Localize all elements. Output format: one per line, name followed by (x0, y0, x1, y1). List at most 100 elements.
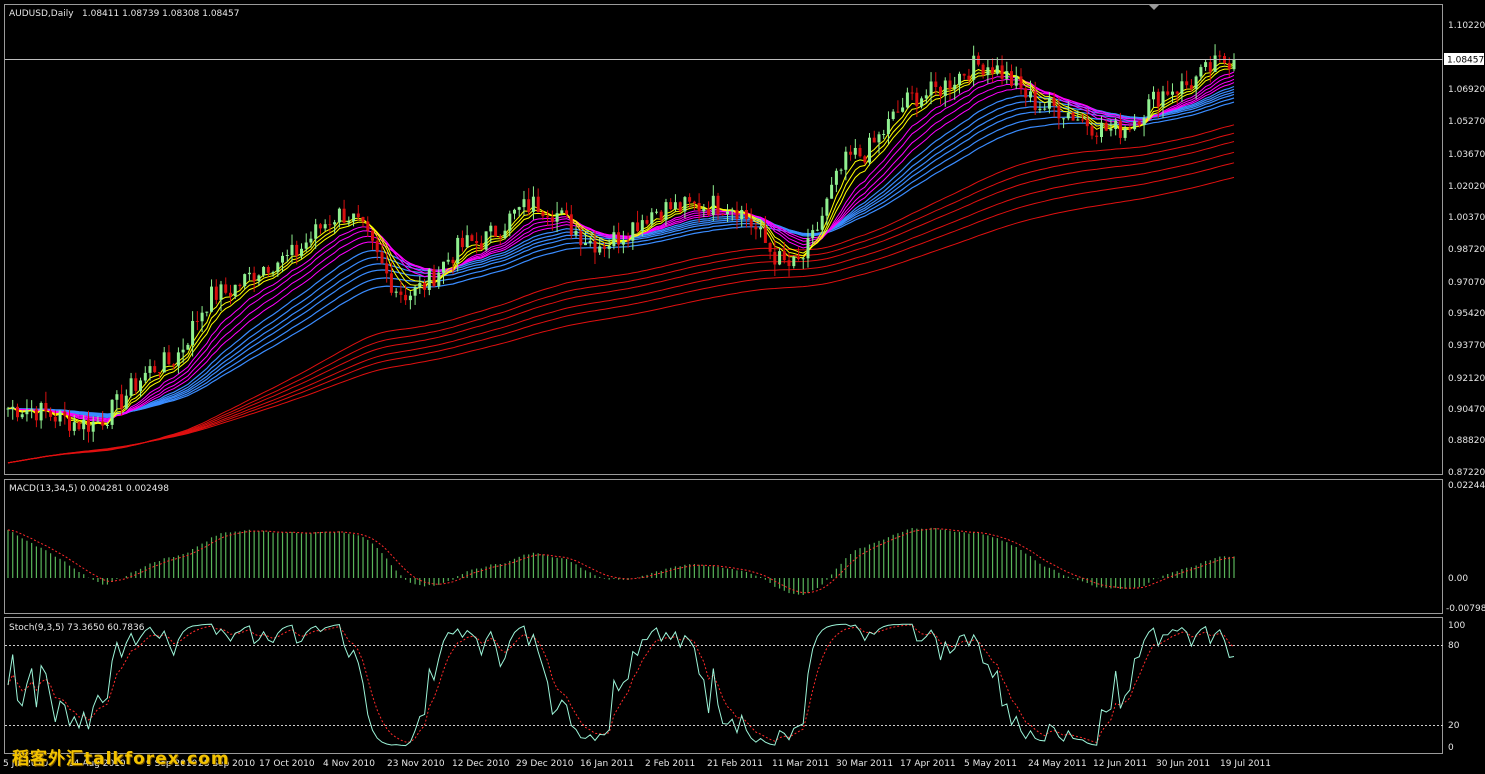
candle-body (484, 231, 488, 250)
price-tick: 1.00370 (1448, 213, 1485, 223)
candle-body (541, 212, 545, 217)
candle-body (1005, 71, 1009, 79)
candle-body (1104, 122, 1108, 131)
candle-body (645, 220, 649, 224)
candle-body (943, 80, 947, 96)
candle-body (1189, 85, 1193, 89)
candle-body (266, 267, 270, 273)
candle-body (565, 210, 569, 215)
candle-body (385, 263, 389, 274)
candle-body (53, 416, 57, 422)
candle-body (726, 211, 729, 215)
candle-body (560, 210, 564, 214)
candle-body (432, 269, 436, 287)
candle-body (437, 272, 441, 287)
ema-longterm-line (7, 176, 1235, 464)
candle-body (470, 235, 474, 241)
candle-body (1128, 128, 1132, 130)
candle-body (110, 399, 114, 425)
candle-body (1100, 122, 1103, 137)
candle-body (905, 92, 909, 108)
macd-signal-line (7, 528, 1235, 594)
candle-body (1185, 81, 1189, 86)
ma-bands (7, 62, 1235, 464)
price-tick: 1.10220 (1448, 21, 1485, 31)
candle-body (162, 352, 166, 373)
candle-body (243, 274, 247, 287)
price-tick: 0.97070 (1448, 278, 1485, 288)
shift-marker-icon[interactable] (1149, 5, 1159, 10)
candle-body (815, 229, 819, 231)
candle-body (550, 217, 554, 222)
candle-body (404, 294, 408, 301)
candle-body (1232, 59, 1236, 70)
candle-body (408, 295, 412, 301)
stoch-tick: 0 (1448, 743, 1454, 753)
candle-body (129, 378, 133, 396)
candle-body (607, 245, 611, 249)
candle-body (342, 208, 346, 223)
candle-body (366, 221, 370, 231)
candle-body (465, 235, 469, 248)
ema-slow-line (7, 93, 1235, 416)
candle-body (39, 403, 43, 421)
time-label: 30 Jun 2011 (1156, 759, 1210, 769)
candle-body (522, 199, 526, 208)
candle-body (176, 352, 180, 366)
candle-body (688, 197, 692, 202)
candle-body (773, 251, 777, 265)
candle-body (792, 256, 796, 267)
ema-longterm-line (7, 141, 1235, 464)
candle-body (1066, 112, 1070, 119)
candle-body (934, 81, 938, 87)
candle-body (375, 240, 379, 253)
stoch-tick: 100 (1448, 621, 1465, 631)
candle-body (508, 213, 512, 231)
candle-body (1156, 91, 1160, 107)
candle-body (811, 230, 815, 239)
candle-body (716, 195, 720, 215)
chart-canvas[interactable]: AUDUSD,Daily 1.08411 1.08739 1.08308 1.0… (0, 0, 1485, 774)
candle-body (1114, 120, 1118, 129)
candle-body (25, 410, 29, 415)
time-label: 2 Feb 2011 (645, 759, 695, 769)
candle-body (44, 403, 48, 412)
time-label: 12 Jun 2011 (1093, 759, 1147, 769)
candle-body (247, 272, 251, 275)
candle-body (574, 230, 578, 235)
candle-body (1204, 62, 1208, 67)
candle-body (546, 216, 550, 218)
candle-body (593, 240, 597, 253)
candle-body (356, 213, 360, 217)
candle-body (413, 287, 417, 296)
candle-body (882, 134, 886, 135)
candle-body (948, 80, 952, 89)
candle-body (77, 422, 81, 430)
candle-body (967, 75, 971, 80)
candle-body (389, 273, 393, 293)
candle-body (158, 372, 161, 374)
candle-body (68, 415, 71, 431)
candle-body (451, 259, 455, 264)
candle-body (1227, 62, 1231, 70)
ema-mid-line (7, 74, 1235, 422)
candle-body (626, 240, 630, 242)
time-label: 19 Jul 2011 (1220, 759, 1271, 769)
candle-body (1109, 129, 1113, 131)
candle-body (1199, 67, 1203, 77)
stoch-tick: 80 (1448, 641, 1460, 651)
candle-body (49, 411, 53, 417)
candle-body (659, 211, 663, 220)
candle-body (527, 199, 531, 212)
candle-body (494, 225, 498, 237)
ema-mid-line (7, 82, 1235, 420)
stoch-tick: 20 (1448, 721, 1460, 731)
candle-body (863, 156, 867, 163)
price-tick: 1.05270 (1448, 117, 1485, 127)
candle-body (498, 236, 502, 238)
candle-body (981, 64, 985, 76)
candle-body (640, 220, 644, 232)
candle-body (697, 203, 701, 212)
candle-body (588, 240, 592, 244)
candle-body (958, 73, 961, 85)
